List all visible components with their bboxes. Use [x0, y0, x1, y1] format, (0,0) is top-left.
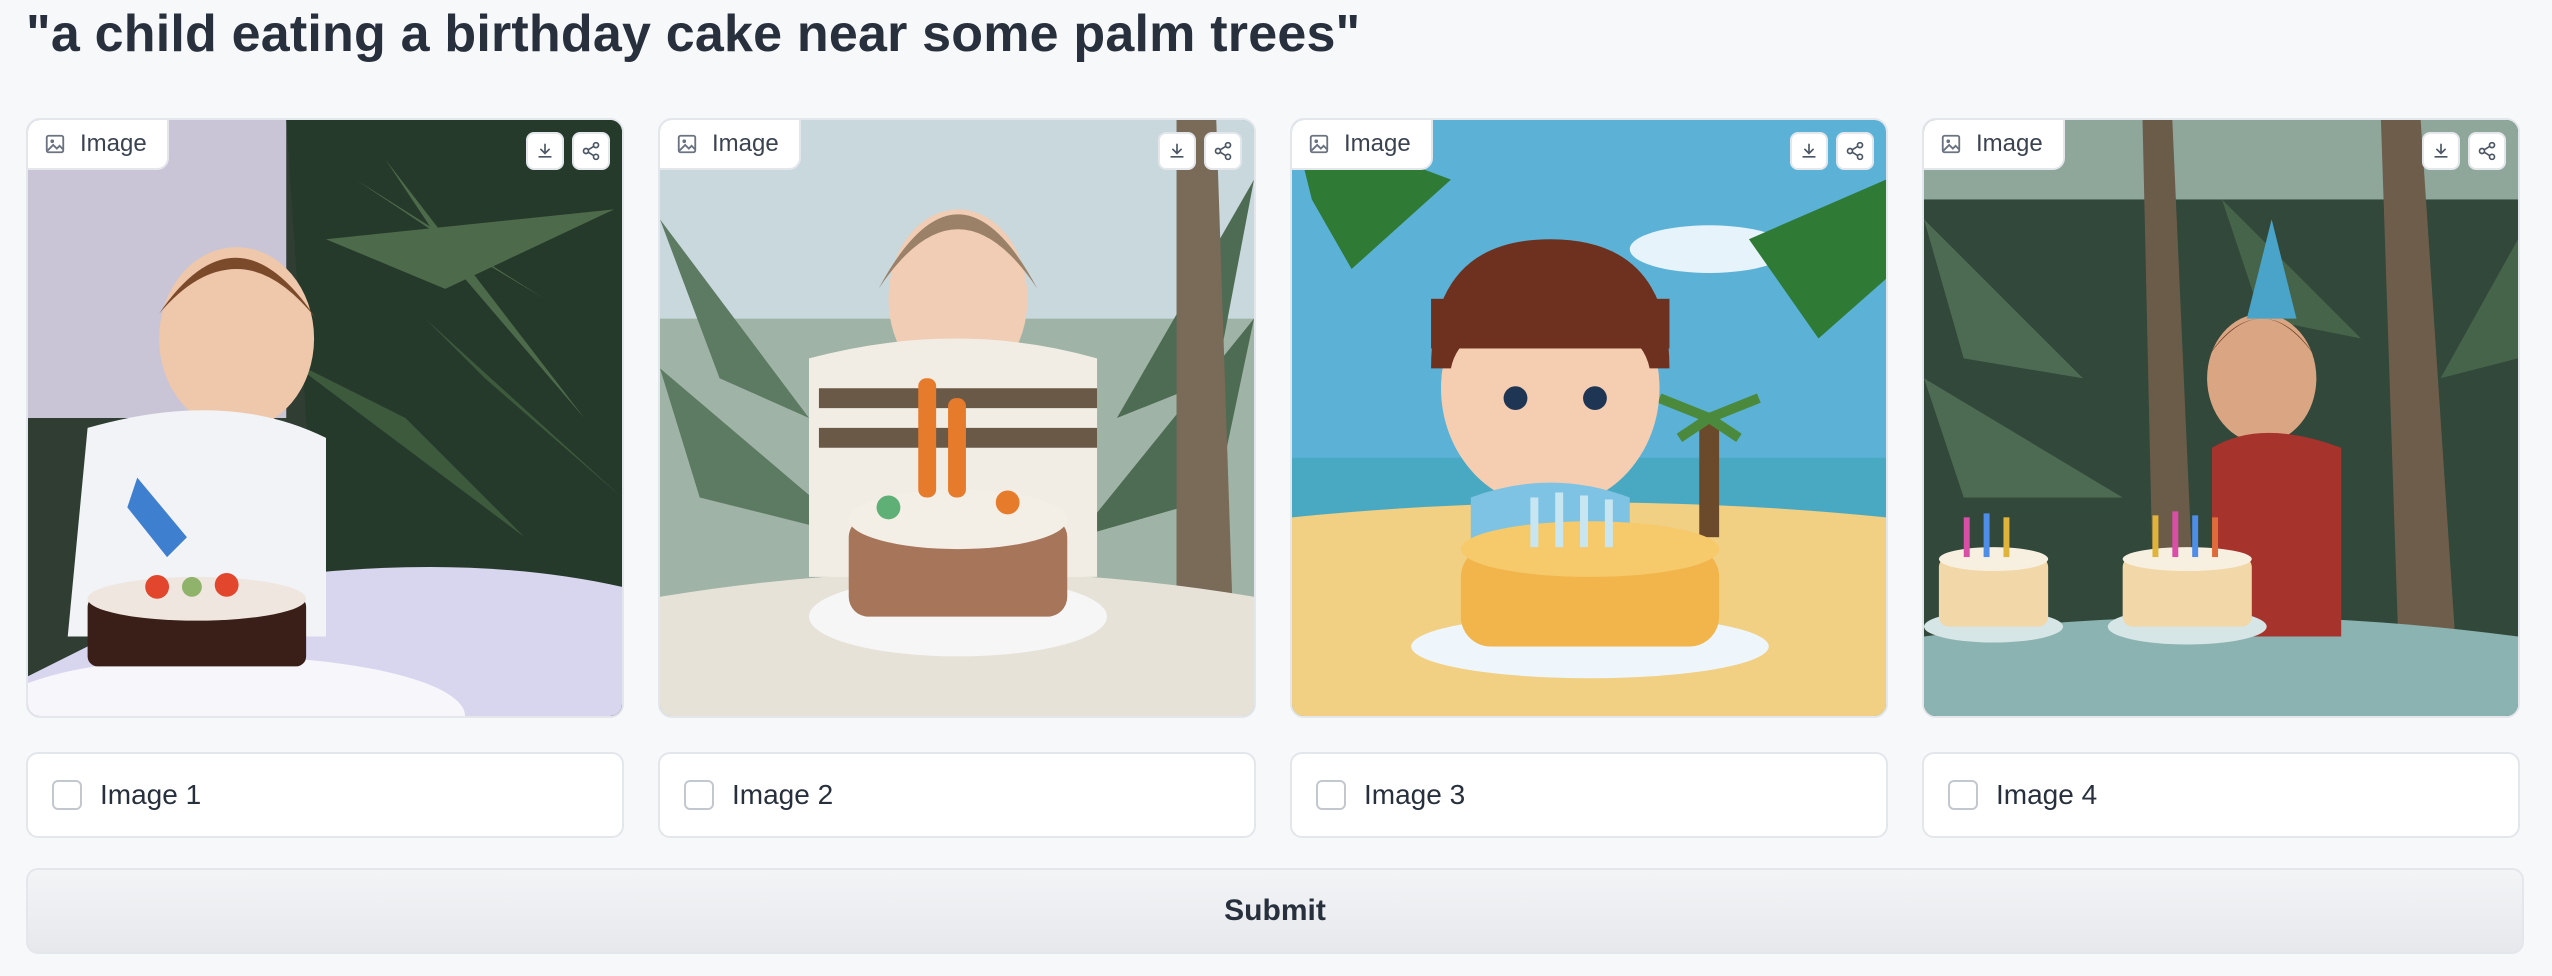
image-label-text: Image	[1976, 130, 2043, 157]
image-4-checkbox[interactable]	[1948, 780, 1978, 810]
image-3-checkbox-label: Image 3	[1364, 779, 1466, 810]
download-button[interactable]	[1158, 132, 1196, 170]
image-icon	[1308, 133, 1330, 155]
image-card-1[interactable]: Image	[26, 118, 624, 718]
generated-image-3	[1292, 120, 1886, 716]
download-button[interactable]	[1790, 132, 1828, 170]
share-icon	[582, 141, 600, 161]
share-icon	[1214, 141, 1232, 161]
image-label: Image	[28, 120, 169, 170]
image-icon	[44, 133, 66, 155]
image-label: Image	[1924, 120, 2065, 170]
download-icon	[1170, 143, 1184, 158]
image-3-checkbox-card[interactable]: Image 3	[1290, 752, 1888, 838]
share-icon	[2478, 141, 2496, 161]
image-actions	[1790, 132, 1874, 170]
image-label-text: Image	[80, 130, 147, 157]
image-2-checkbox-label: Image 2	[732, 779, 834, 810]
share-icon	[1846, 141, 1864, 161]
image-icon	[1940, 133, 1962, 155]
image-label: Image	[660, 120, 801, 170]
generated-image-2	[660, 120, 1254, 716]
download-icon	[538, 143, 552, 158]
image-1-checkbox-card[interactable]: Image 1	[26, 752, 624, 838]
image-label-text: Image	[1344, 130, 1411, 157]
image-actions	[1158, 132, 1242, 170]
share-button[interactable]	[572, 132, 610, 170]
image-selection-row: Image 1 Image 2 Image 3 Image 4	[26, 752, 2524, 838]
image-card-4[interactable]: Image	[1922, 118, 2520, 718]
image-label-text: Image	[712, 130, 779, 157]
share-button[interactable]	[2468, 132, 2506, 170]
prompt-title: "a child eating a birthday cake near som…	[26, 5, 1361, 63]
image-actions	[526, 132, 610, 170]
image-card-3[interactable]: Image	[1290, 118, 1888, 718]
image-label: Image	[1292, 120, 1433, 170]
download-icon	[1802, 143, 1816, 158]
generated-image-1	[28, 120, 622, 716]
image-4-checkbox-label: Image 4	[1996, 779, 2098, 810]
image-1-checkbox[interactable]	[52, 780, 82, 810]
download-button[interactable]	[2422, 132, 2460, 170]
image-1-checkbox-label: Image 1	[100, 779, 202, 810]
image-3-checkbox[interactable]	[1316, 780, 1346, 810]
image-4-checkbox-card[interactable]: Image 4	[1922, 752, 2520, 838]
image-card-2[interactable]: Image	[658, 118, 1256, 718]
image-gallery: Image Image Image Image	[26, 118, 2524, 718]
download-icon	[2434, 143, 2448, 158]
download-button[interactable]	[526, 132, 564, 170]
share-button[interactable]	[1204, 132, 1242, 170]
image-actions	[2422, 132, 2506, 170]
share-button[interactable]	[1836, 132, 1874, 170]
generated-image-4	[1924, 120, 2518, 716]
image-2-checkbox-card[interactable]: Image 2	[658, 752, 1256, 838]
submit-button[interactable]: Submit	[26, 868, 2524, 954]
image-icon	[676, 133, 698, 155]
image-2-checkbox[interactable]	[684, 780, 714, 810]
